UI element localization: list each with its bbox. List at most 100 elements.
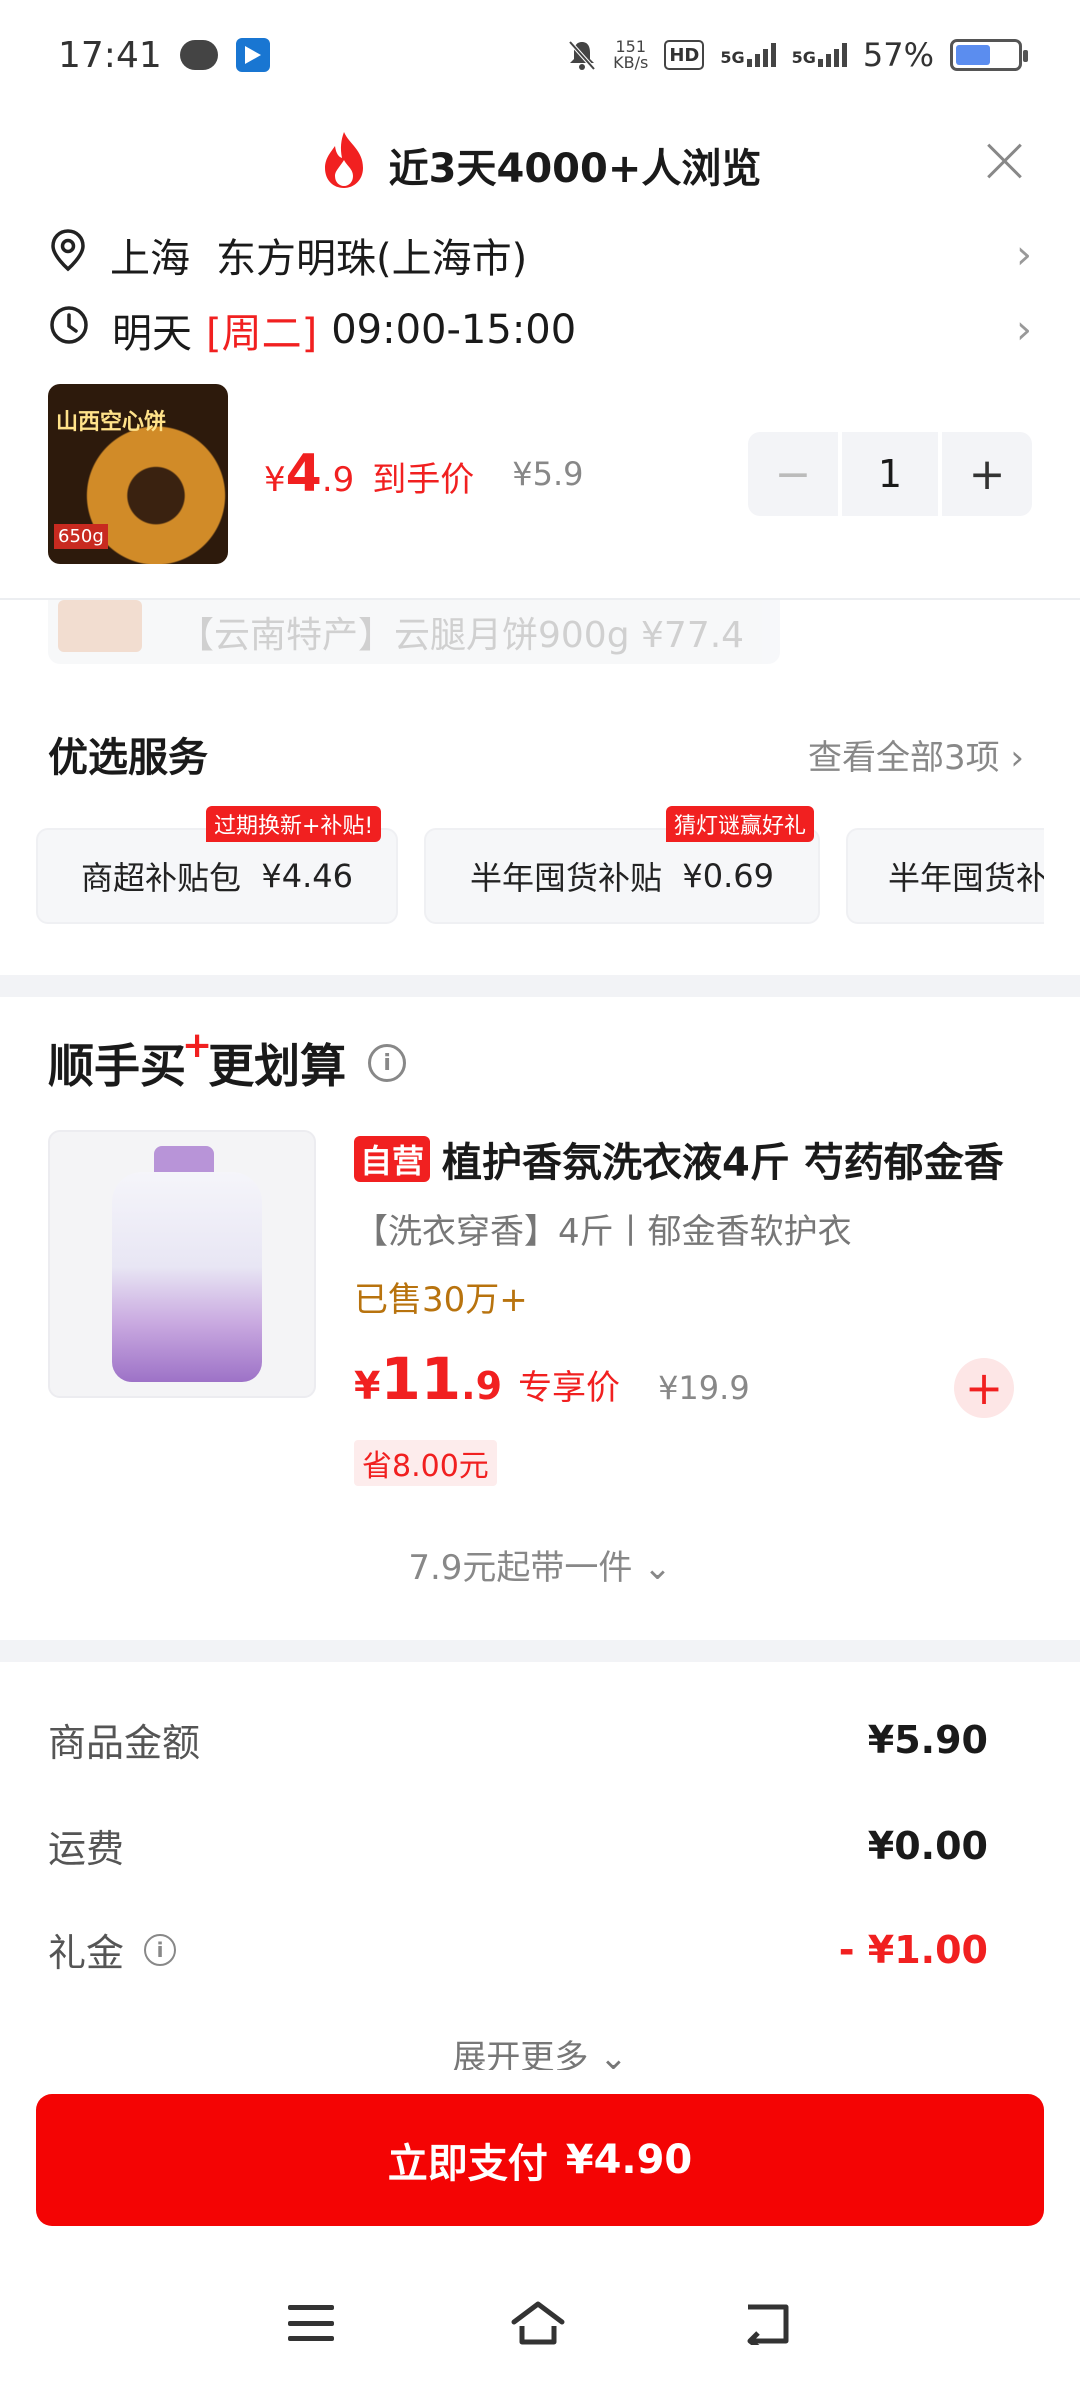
addon-price-label: 专享价 (518, 1368, 621, 1408)
app-notification-icon (235, 38, 270, 72)
chevron-right-icon: › (1016, 307, 1032, 353)
section-separator (0, 975, 1080, 997)
decrease-button[interactable]: − (748, 432, 838, 516)
addon-name-text: 植护香氛洗衣液4斤 芍药郁金香 (442, 1140, 1004, 1186)
service-price: ¥0.69 (682, 857, 774, 895)
mute-bell-icon (567, 39, 597, 71)
address-place: 东方明珠(上海市) (216, 236, 528, 282)
addon-subtitle: 【洗衣穿香】4斤丨郁金香软护衣 (354, 1212, 852, 1252)
back-icon[interactable] (742, 2301, 792, 2345)
quantity-stepper: − 1 + (748, 432, 1032, 516)
thumb-weight: 650g (54, 524, 108, 549)
status-time: 17:41 (58, 34, 162, 76)
status-bar: 17:41 151 KB/s HD 5G 5G 57% (0, 0, 1080, 110)
subtotal-row: 商品金额 ¥5.90 (48, 1712, 988, 1767)
recommended-item-preview[interactable]: 【云南特产】云腿月饼900g ¥77.4 (48, 600, 780, 664)
hd-icon: HD (664, 40, 705, 70)
thumb-title: 山西空心饼 (56, 410, 167, 435)
price-currency: ¥ (264, 460, 286, 500)
title-part-2: 更划算 (208, 1039, 347, 1093)
section-separator (0, 1640, 1080, 1662)
menu-icon[interactable] (288, 2305, 334, 2341)
services-list: 商超补贴包 ¥4.46 半年囤货补贴 ¥0.69 半年囤货补 (36, 828, 1044, 928)
delivery-weekday: [周二] (206, 311, 318, 357)
add-addon-button[interactable]: + (954, 1358, 1014, 1418)
battery-icon (950, 39, 1028, 71)
product-thumbnail[interactable]: 山西空心饼 650g (48, 384, 228, 564)
price-label: 到手价 (372, 460, 475, 500)
recommended-text: 【云南特产】云腿月饼900g ¥77.4 (178, 615, 745, 656)
quantity-value[interactable]: 1 (842, 432, 938, 516)
price-decimal: .9 (321, 460, 355, 500)
service-card[interactable]: 半年囤货补贴 ¥0.69 (424, 828, 820, 924)
service-name: 半年囤货补贴 (470, 859, 663, 897)
original-price: ¥5.9 (512, 455, 584, 493)
service-card[interactable]: 商超补贴包 ¥4.46 (36, 828, 398, 924)
system-nav-bar (0, 2258, 1080, 2388)
addon-product-image[interactable] (48, 1130, 316, 1398)
addon-original-price: ¥19.9 (658, 1369, 750, 1407)
address-city: 上海 (110, 236, 190, 282)
shipping-value: ¥0.00 (867, 1823, 988, 1868)
addon-sold-count: 已售30万+ (354, 1280, 528, 1320)
home-icon[interactable] (510, 2300, 566, 2346)
chevron-right-icon: › (1016, 232, 1032, 278)
address-row[interactable]: 上海 东方明珠(上海市) › (48, 220, 1032, 290)
service-promo-badge: 猜灯谜赢好礼 (666, 806, 815, 842)
product-row: 山西空心饼 650g ¥ 4 .9 到手价 ¥5.9 − 1 + (48, 382, 1032, 566)
checkout-page: 17:41 151 KB/s HD 5G 5G 57% 近3天4000+人浏览 … (0, 0, 1080, 2388)
service-name: 半年囤货补 (888, 859, 1044, 897)
browse-text: 近3天4000+人浏览 (388, 146, 762, 192)
pay-now-button[interactable]: 立即支付 ¥4.90 (36, 2094, 1044, 2226)
addon-price-decimal: .9 (461, 1364, 503, 1408)
bottle-shape (112, 1172, 262, 1382)
info-icon[interactable]: i (368, 1044, 407, 1082)
subtotal-value: ¥5.90 (867, 1717, 988, 1762)
location-pin-icon (48, 228, 88, 282)
gift-credit-value: - ¥1.00 (838, 1927, 988, 1972)
signal-label-1: 5G (720, 48, 745, 67)
service-promo-badge: 过期换新+补贴! (206, 806, 382, 842)
signal-label-2: 5G (791, 48, 816, 67)
delivery-hours: 09:00-15:00 (331, 307, 577, 353)
wechat-icon (179, 40, 218, 70)
net-speed: 151 KB/s (613, 39, 648, 71)
addon-price-integer: 11 (380, 1345, 462, 1413)
shipping-row: 运费 ¥0.00 (48, 1818, 988, 1873)
buy-together-title: 顺手买 + 更划算 i (48, 1025, 407, 1096)
gift-credit-label: 礼金 (48, 1931, 125, 1975)
services-view-all[interactable]: 查看全部3项 › (808, 730, 1024, 779)
subtotal-label: 商品金额 (48, 1721, 201, 1765)
addon-more-link[interactable]: 7.9元起带一件 ⌄ (0, 1540, 1080, 1589)
service-price: ¥4.46 (261, 857, 353, 895)
addon-product-name[interactable]: 自营 植护香氛洗衣液4斤 芍药郁金香 (354, 1130, 1054, 1188)
delivery-time-row[interactable]: 明天 [周二] 09:00-15:00 › (48, 295, 1032, 365)
services-title: 优选服务 (48, 735, 208, 781)
final-price: ¥ 4 .9 到手价 (264, 444, 474, 504)
price-integer: 4 (285, 444, 322, 504)
info-icon[interactable]: i (144, 1933, 177, 1966)
delivery-day: 明天 (112, 311, 192, 357)
title-part-1: 顺手买 (48, 1039, 186, 1093)
self-operated-badge: 自营 (354, 1136, 431, 1182)
net-speed-unit: KB/s (613, 53, 649, 72)
signal-icon: 5G (720, 43, 776, 67)
pay-amount: ¥4.90 (565, 2137, 693, 2183)
increase-button[interactable]: + (942, 432, 1032, 516)
browse-banner: 近3天4000+人浏览 (0, 120, 1080, 210)
title-plus: + (182, 1024, 213, 1066)
signal-icon-2: 5G (792, 43, 847, 67)
recommended-thumbnail (58, 600, 142, 652)
addon-price: ¥ 11 .9 专享价 ¥19.9 (354, 1345, 750, 1413)
gift-credit-row[interactable]: 礼金 i - ¥1.00 (48, 1922, 988, 1977)
shipping-label: 运费 (48, 1827, 125, 1871)
clock-icon (48, 304, 90, 356)
close-icon[interactable] (982, 138, 1028, 184)
pay-label: 立即支付 (387, 2141, 548, 2187)
savings-badge: 省8.00元 (354, 1440, 497, 1486)
addon-price-currency: ¥ (354, 1364, 381, 1408)
service-card[interactable]: 半年囤货补 (846, 828, 1044, 924)
service-name: 商超补贴包 (81, 859, 242, 897)
battery-percent: 57% (862, 36, 934, 74)
flame-icon (319, 130, 369, 200)
